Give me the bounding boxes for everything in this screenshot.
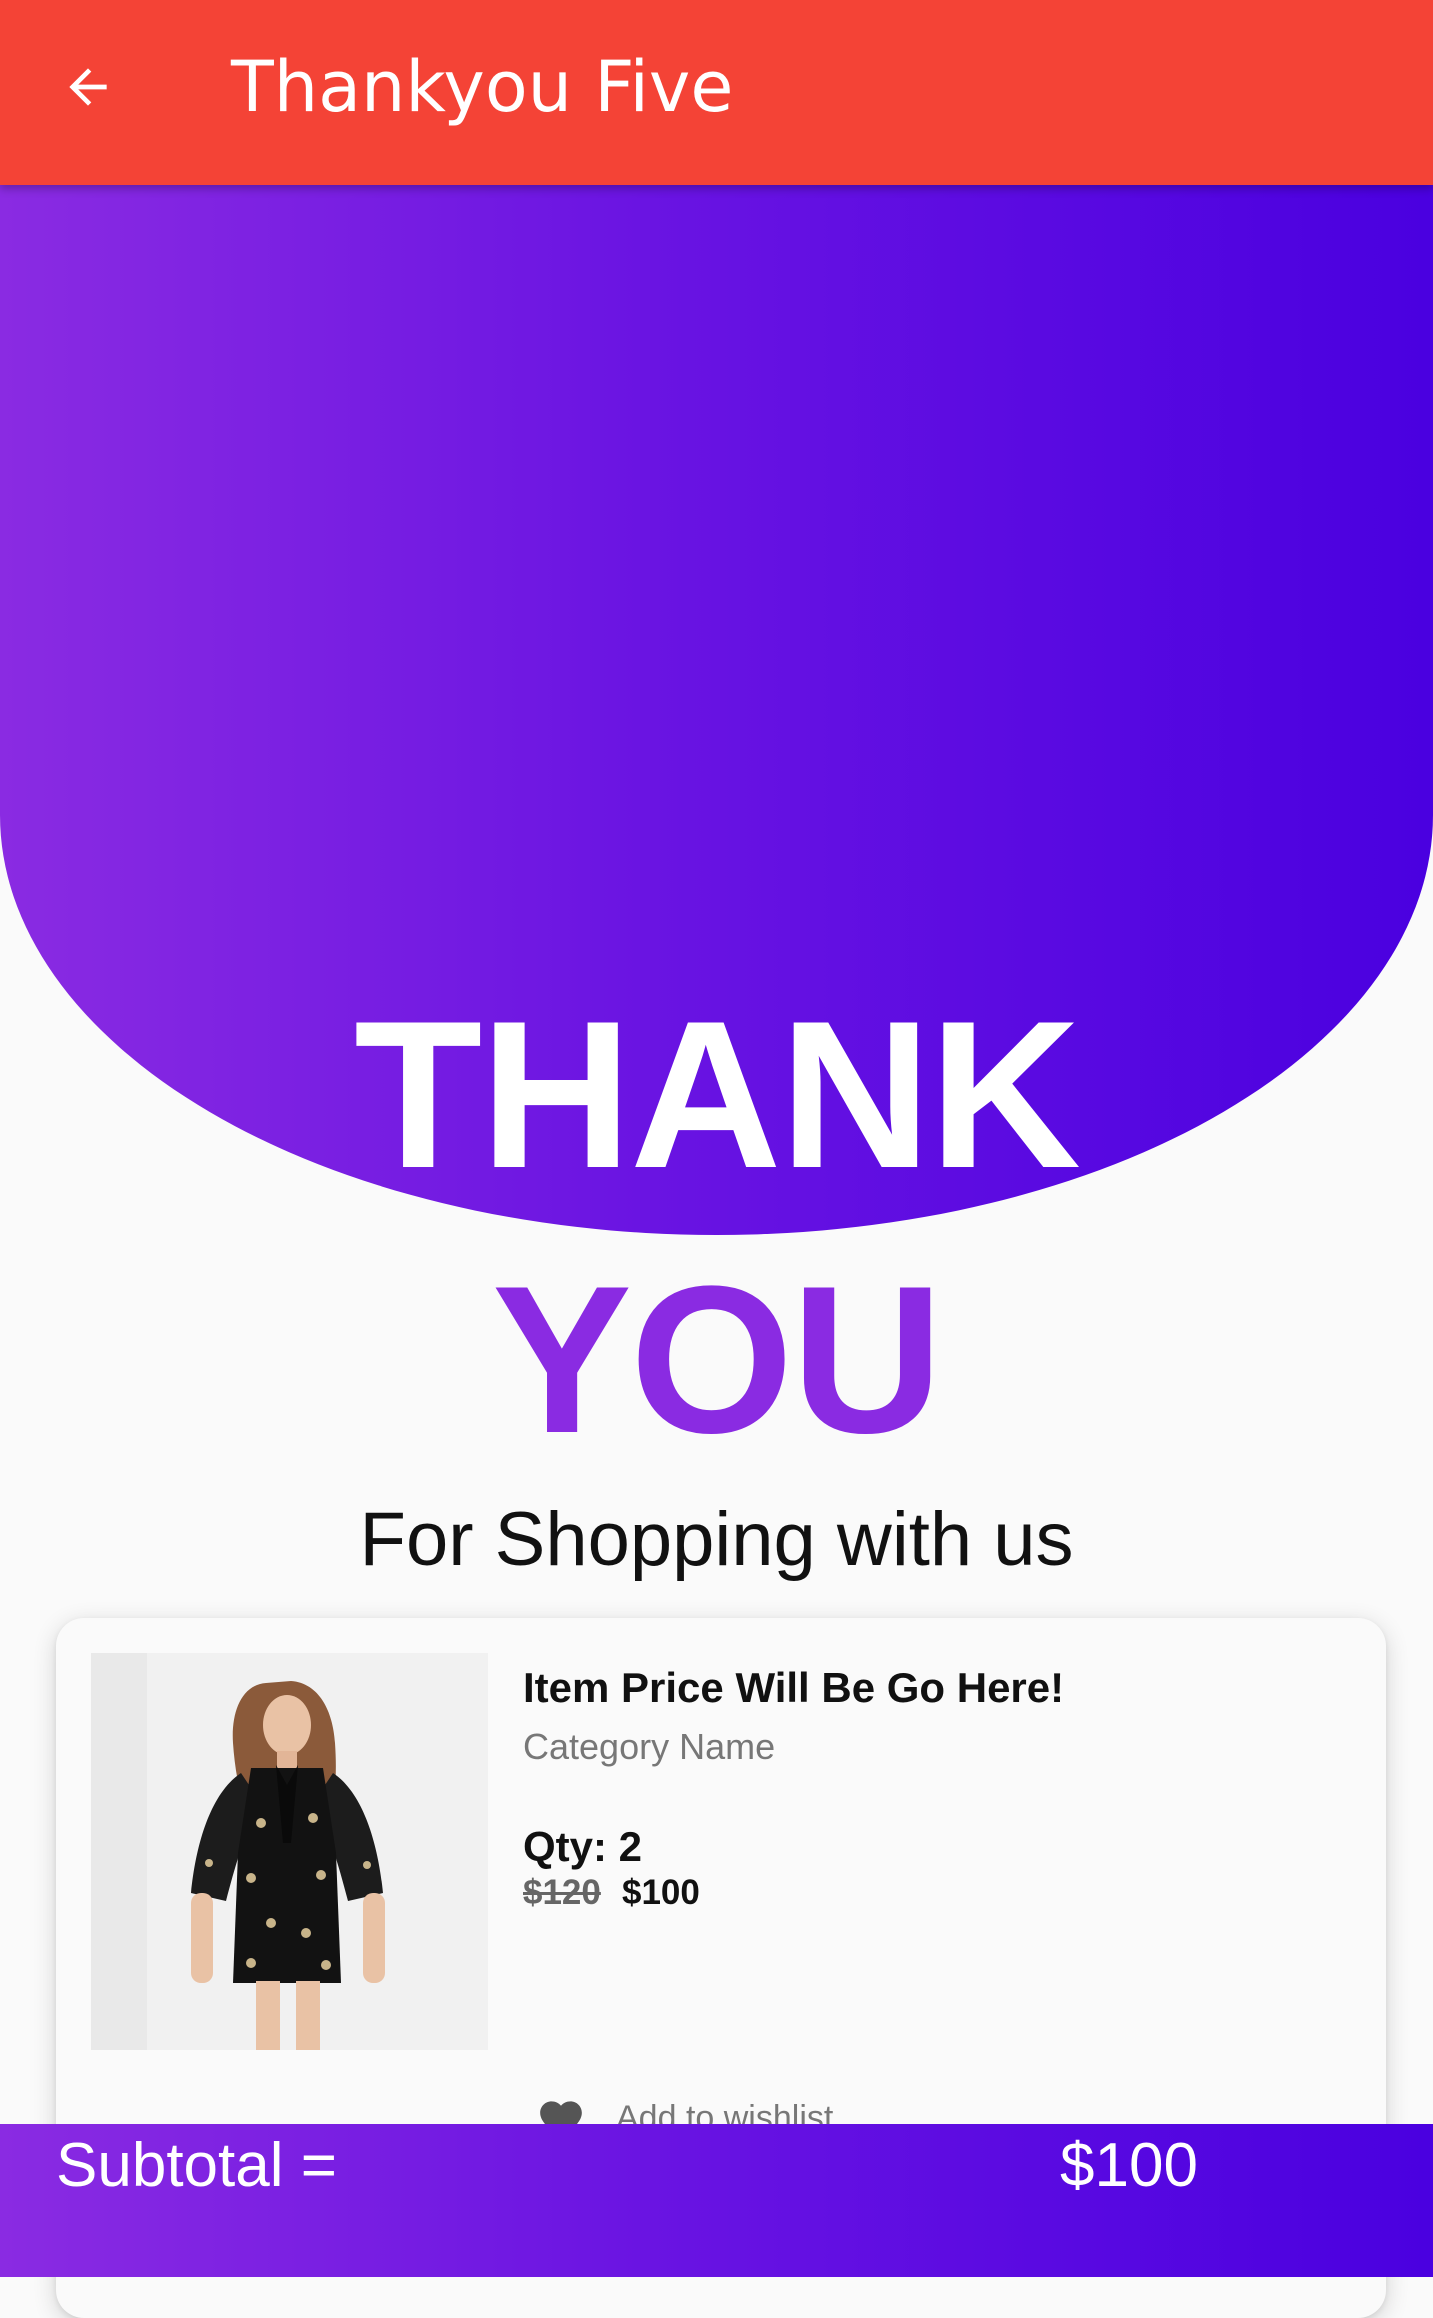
category-name: Category Name (523, 1726, 776, 1767)
original-price: $120 (523, 1873, 601, 1912)
subtotal-label: Subtotal = (56, 2131, 337, 2200)
item-title: Item Price Will Be Go Here! (523, 1664, 1065, 1711)
app-bar: Thankyou Five (0, 0, 1433, 185)
thank-heading: THANK (354, 977, 1081, 1212)
page-title: Thankyou Five (231, 46, 734, 128)
arrow-left-icon (69, 68, 107, 106)
you-heading: YOU (491, 1242, 943, 1477)
product-image (91, 1653, 488, 2050)
back-button[interactable] (40, 42, 136, 132)
sale-price: $100 (622, 1873, 700, 1912)
subtotal-value: $100 (1060, 2131, 1198, 2200)
subtotal-bar: Subtotal = $100 (0, 2124, 1433, 2277)
thank-you-subheading: For Shopping with us (359, 1497, 1074, 1582)
